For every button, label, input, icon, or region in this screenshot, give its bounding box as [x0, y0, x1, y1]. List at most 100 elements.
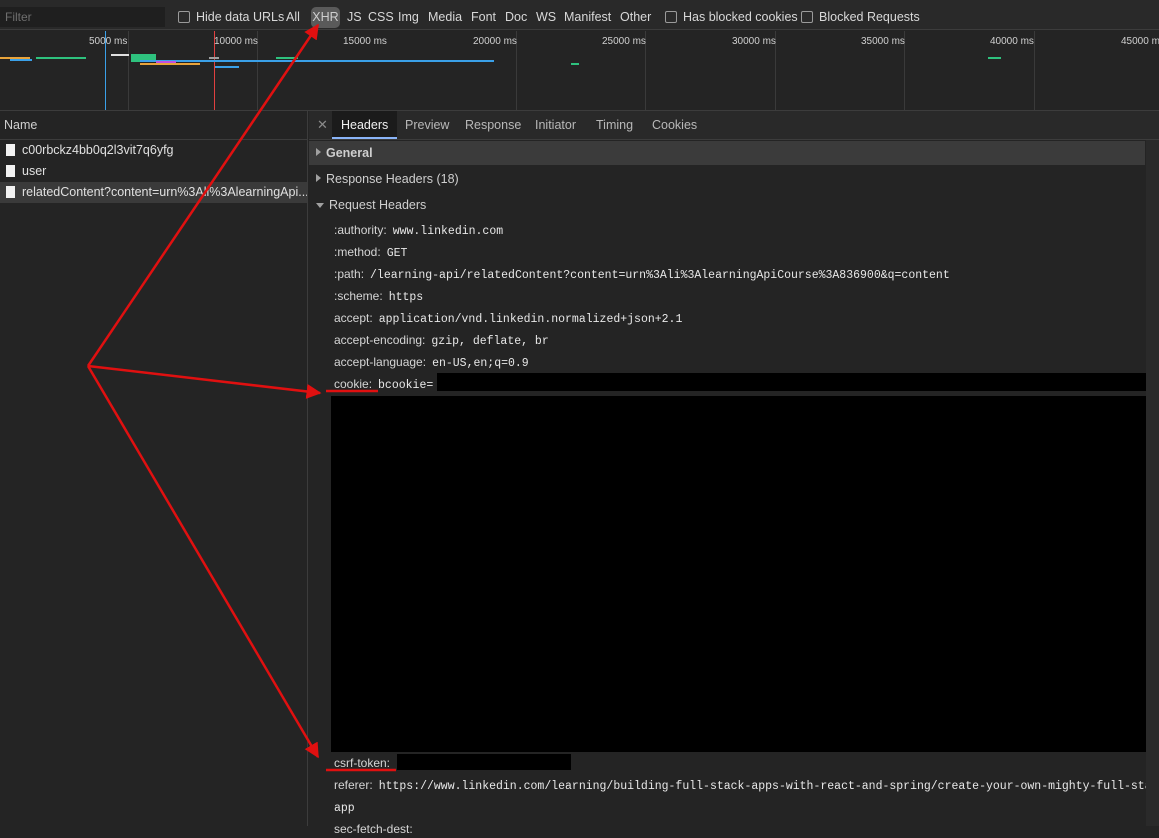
- request-row[interactable]: c00rbckz4bb0q2l3vit7q6yfg: [0, 140, 307, 161]
- type-filter-doc[interactable]: Doc: [505, 10, 527, 24]
- header-row-accept: accept: application/vnd.linkedin.normaliz…: [334, 309, 682, 327]
- header-key: :scheme:: [334, 289, 383, 303]
- timeline-gridline: [128, 31, 129, 110]
- expand-arrow-icon: [316, 174, 321, 182]
- header-value: gzip, deflate, br: [431, 335, 549, 348]
- type-filter-img[interactable]: Img: [398, 10, 419, 24]
- timeline-tick-label: 45000 m: [1121, 36, 1159, 47]
- type-filter-font[interactable]: Font: [471, 10, 496, 24]
- hide-data-urls-label: Hide data URLs: [196, 10, 285, 24]
- header-value: https: [388, 291, 424, 304]
- header-value: GET: [386, 247, 408, 260]
- collapse-arrow-icon: [316, 203, 324, 208]
- section-title: Response Headers (18): [326, 172, 459, 186]
- name-column-header[interactable]: Name: [0, 111, 307, 140]
- tab-timing[interactable]: Timing: [596, 111, 633, 139]
- type-filter-xhr[interactable]: XHR: [311, 7, 340, 28]
- section-title: Request Headers: [329, 198, 427, 212]
- file-icon: [6, 186, 15, 198]
- request-row[interactable]: user: [0, 161, 307, 182]
- header-value: application/vnd.linkedin.normalized+json…: [378, 313, 683, 326]
- header-row-authority: :authority: www.linkedin.com: [334, 221, 503, 239]
- type-filter-js[interactable]: JS: [347, 10, 362, 24]
- file-icon: [6, 165, 15, 177]
- tab-initiator[interactable]: Initiator: [535, 111, 576, 139]
- blocked-requests-label: Blocked Requests: [819, 10, 920, 24]
- type-filter-css[interactable]: CSS: [368, 10, 394, 24]
- header-key: :authority:: [334, 223, 387, 237]
- details-scrollbar[interactable]: [1146, 140, 1159, 826]
- has-blocked-cookies-label: Has blocked cookies: [683, 10, 798, 24]
- header-key: accept:: [334, 311, 373, 325]
- type-filter-all[interactable]: All: [286, 10, 300, 24]
- request-name: c00rbckz4bb0q2l3vit7q6yfg: [22, 143, 174, 157]
- filter-input[interactable]: [0, 7, 165, 27]
- timeline-tick-label: 15000 ms: [343, 36, 387, 47]
- hide-data-urls-checkbox[interactable]: [178, 11, 190, 23]
- request-name: relatedContent?content=urn%3Ali%3Alearni…: [22, 185, 307, 199]
- header-row-partial: sec-fetch-dest:: [334, 820, 413, 838]
- type-filter-other[interactable]: Other: [620, 10, 651, 24]
- header-key: sec-fetch-dest:: [334, 822, 413, 836]
- blocked-requests-checkbox[interactable]: [801, 11, 813, 23]
- tab-preview[interactable]: Preview: [405, 111, 449, 139]
- timeline-request-bar: [140, 60, 494, 62]
- request-row-selected[interactable]: relatedContent?content=urn%3Ali%3Alearni…: [0, 182, 307, 203]
- close-icon[interactable]: ✕: [317, 117, 328, 133]
- timeline-tick-label: 30000 ms: [732, 36, 776, 47]
- file-icon: [6, 144, 15, 156]
- timeline-request-bar: [140, 63, 200, 65]
- header-row-path: :path: /learning-api/relatedContent?conte…: [334, 265, 950, 283]
- timeline-tick-label: 25000 ms: [602, 36, 646, 47]
- header-row-scheme: :scheme: https: [334, 287, 423, 305]
- redacted-cookie-block: [331, 396, 1159, 752]
- tab-headers[interactable]: Headers: [332, 111, 398, 139]
- header-value: https://www.linkedin.com/learning/buildi…: [378, 780, 1159, 793]
- request-list-panel: Name c00rbckz4bb0q2l3vit7q6yfg user rela…: [0, 111, 308, 826]
- header-row-csrf-token: csrf-token:: [334, 754, 390, 772]
- header-row-accept-language: accept-language: en-US,en;q=0.9: [334, 353, 529, 371]
- timeline-request-bar: [571, 63, 579, 65]
- response-headers-section-header[interactable]: Response Headers (18): [309, 167, 1145, 191]
- header-row-accept-encoding: accept-encoding: gzip, deflate, br: [334, 331, 549, 349]
- timeline-request-bar: [156, 61, 176, 63]
- timeline-request-bar: [988, 57, 1001, 59]
- header-key: accept-language:: [334, 355, 427, 369]
- request-details-panel: ✕ Headers Preview Response Initiator Tim…: [309, 111, 1159, 836]
- type-filter-ws[interactable]: WS: [536, 10, 556, 24]
- header-value: app: [334, 802, 355, 815]
- timeline-request-bar: [209, 57, 219, 59]
- header-value: en-US,en;q=0.9: [432, 357, 529, 370]
- type-filter-manifest[interactable]: Manifest: [564, 10, 611, 24]
- timeline-tick-label: 40000 ms: [990, 36, 1034, 47]
- header-key: :path:: [334, 267, 365, 281]
- timeline-tick-label: 20000 ms: [473, 36, 517, 47]
- header-value: /learning-api/relatedContent?content=urn…: [370, 269, 950, 282]
- redacted-csrf-value: [397, 754, 571, 770]
- has-blocked-cookies-checkbox[interactable]: [665, 11, 677, 23]
- timeline-request-bar: [276, 57, 298, 59]
- request-name: user: [22, 164, 47, 178]
- header-row-cookie: cookie: bcookie=: [334, 375, 433, 393]
- timeline-request-bar: [10, 59, 32, 61]
- header-row-referer: referer: https://www.linkedin.com/learnin…: [334, 776, 1159, 794]
- request-headers-section-header[interactable]: Request Headers: [309, 193, 1145, 217]
- header-value: bcookie=: [378, 379, 434, 392]
- header-row-method: :method: GET: [334, 243, 407, 261]
- general-section-header[interactable]: General: [309, 141, 1145, 165]
- tab-cookies[interactable]: Cookies: [652, 111, 697, 139]
- timeline-gridline: [1034, 31, 1035, 110]
- section-title: General: [326, 146, 373, 160]
- timeline-overview[interactable]: 5000 ms 10000 ms 15000 ms 20000 ms 25000…: [0, 31, 1159, 111]
- timeline-tick-label: 10000 ms: [214, 36, 258, 47]
- type-filter-media[interactable]: Media: [428, 10, 462, 24]
- tab-response[interactable]: Response: [465, 111, 521, 139]
- timeline-request-bar: [111, 54, 129, 56]
- header-row-referer-cont: app: [334, 798, 355, 816]
- timeline-tick-label: 5000 ms: [89, 36, 128, 47]
- header-key: cookie:: [334, 377, 373, 391]
- header-key: csrf-token:: [334, 756, 391, 770]
- header-key: referer:: [334, 778, 373, 792]
- timeline-request-bar: [36, 57, 86, 59]
- redacted-cookie-value: [437, 373, 1151, 391]
